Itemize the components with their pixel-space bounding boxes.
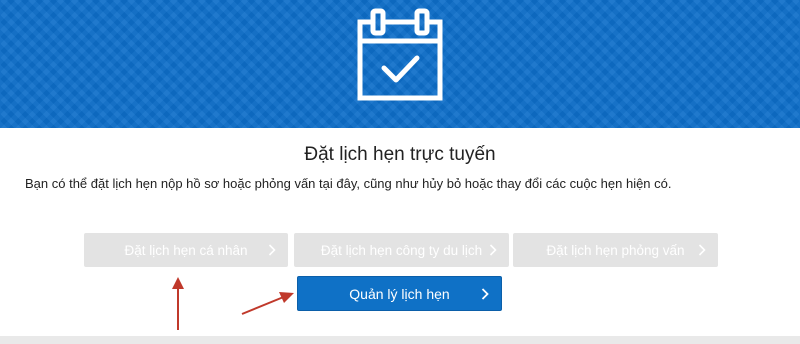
personal-appointment-label: Đặt lịch hẹn cá nhân xyxy=(124,242,248,258)
red-arrow-icon xyxy=(172,277,184,330)
travel-company-appointment-label: Đặt lịch hẹn công ty du lịch xyxy=(320,242,483,258)
page-description: Bạn có thể đặt lịch hẹn nộp hồ sơ hoặc p… xyxy=(25,176,672,191)
chevron-right-icon xyxy=(698,244,706,256)
calendar-check-icon xyxy=(357,8,443,101)
chevron-right-icon xyxy=(489,244,497,256)
header-banner xyxy=(0,0,800,128)
chevron-right-icon xyxy=(481,287,489,300)
manage-appointments-button[interactable]: Quản lý lịch hẹn xyxy=(297,276,502,311)
travel-company-appointment-button[interactable]: Đặt lịch hẹn công ty du lịch xyxy=(294,233,509,267)
interview-appointment-button[interactable]: Đặt lịch hẹn phỏng vấn xyxy=(513,233,718,267)
footer-divider xyxy=(0,336,800,344)
personal-appointment-button[interactable]: Đặt lịch hẹn cá nhân xyxy=(84,233,288,267)
interview-appointment-label: Đặt lịch hẹn phỏng vấn xyxy=(546,242,685,258)
page-title: Đặt lịch hẹn trực tuyến xyxy=(304,144,496,165)
red-arrow-icon xyxy=(241,292,294,315)
manage-appointments-label: Quản lý lịch hẹn xyxy=(349,285,450,302)
chevron-right-icon xyxy=(268,244,276,256)
